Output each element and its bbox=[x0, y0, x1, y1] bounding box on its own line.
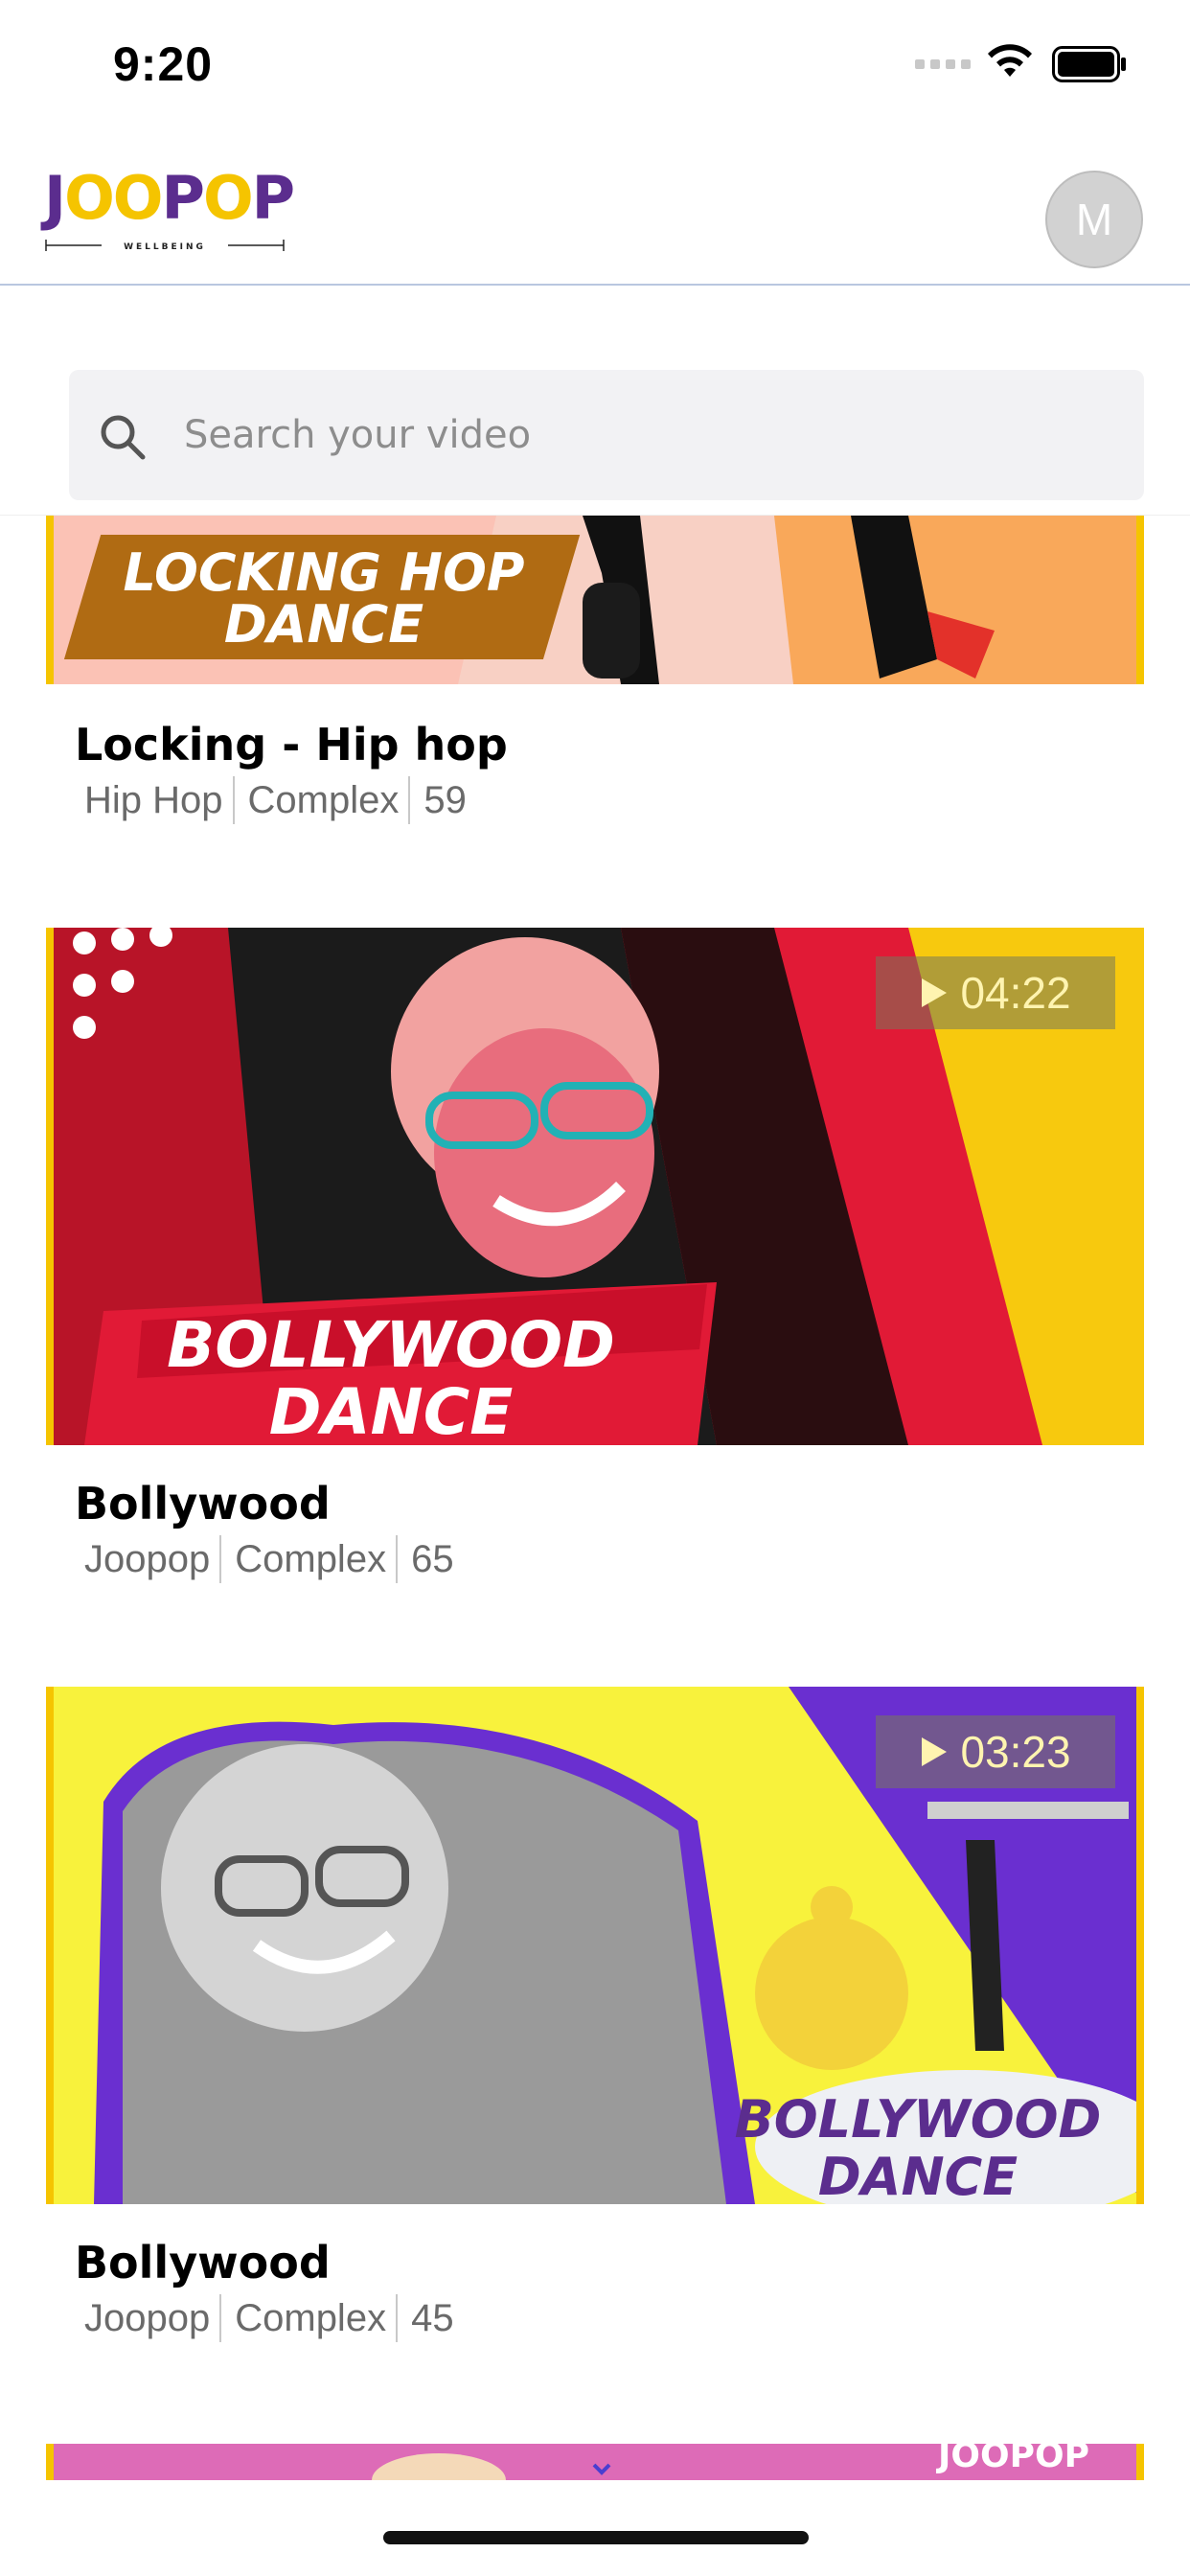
cellular-signal-icon bbox=[915, 59, 971, 69]
meta-divider bbox=[408, 776, 411, 824]
meta-divider bbox=[232, 776, 235, 824]
video-meta: Joopop Complex 65 bbox=[84, 1535, 454, 1583]
video-meta: Joopop Complex 45 bbox=[84, 2294, 454, 2342]
video-count: 59 bbox=[423, 778, 467, 821]
user-avatar[interactable]: M bbox=[1045, 171, 1143, 268]
status-time: 9:20 bbox=[113, 37, 214, 91]
svg-text:JOOPOP: JOOPOP bbox=[935, 2444, 1089, 2475]
video-thumbnail[interactable]: BOLLYWOOD DANCE 03:23 bbox=[46, 1687, 1144, 2204]
search-input[interactable] bbox=[182, 370, 1121, 500]
video-thumbnail[interactable]: LOCKING HOP DANCE bbox=[46, 516, 1144, 684]
joopop-logo[interactable]: JOOPOP WELLBEING bbox=[44, 169, 295, 253]
video-title[interactable]: Bollywood bbox=[75, 1478, 331, 1530]
battery-icon bbox=[1052, 46, 1126, 82]
video-category: Hip Hop bbox=[84, 778, 223, 821]
video-category: Joopop bbox=[84, 1537, 211, 1580]
svg-text:DANCE: DANCE bbox=[224, 594, 423, 655]
video-thumbnail[interactable]: BOLLYWOOD DANCE 04:22 bbox=[46, 928, 1144, 1445]
video-level: Complex bbox=[247, 778, 400, 821]
search-icon bbox=[101, 415, 146, 460]
meta-divider bbox=[396, 1535, 399, 1583]
video-count: 45 bbox=[411, 2296, 454, 2339]
video-category: Joopop bbox=[84, 2296, 211, 2339]
video-duration-badge: 03:23 bbox=[876, 1715, 1115, 1788]
video-level: Complex bbox=[235, 2296, 387, 2339]
video-title[interactable]: Bollywood bbox=[75, 2237, 331, 2288]
video-duration: 03:23 bbox=[960, 1727, 1071, 1777]
video-title[interactable]: Locking - Hip hop bbox=[75, 719, 508, 770]
video-thumbnail[interactable]: JOOPOP bbox=[46, 2444, 1144, 2480]
play-icon bbox=[922, 1737, 948, 1766]
video-level: Complex bbox=[235, 1537, 387, 1580]
meta-divider bbox=[219, 2294, 222, 2342]
video-list[interactable]: LOCKING HOP DANCE Locking - Hip hop Hip … bbox=[0, 516, 1190, 2480]
svg-text:BOLLYWOOD: BOLLYWOOD bbox=[167, 1308, 615, 1382]
search-section bbox=[0, 288, 1190, 516]
video-meta: Hip Hop Complex 59 bbox=[84, 776, 467, 824]
video-count: 65 bbox=[411, 1537, 454, 1580]
play-icon bbox=[922, 978, 948, 1007]
svg-text:WELLBEING: WELLBEING bbox=[124, 242, 206, 252]
svg-text:DANCE: DANCE bbox=[269, 1375, 514, 1445]
meta-divider bbox=[219, 1535, 222, 1583]
home-indicator[interactable] bbox=[383, 2531, 809, 2544]
video-duration: 04:22 bbox=[960, 968, 1071, 1018]
video-duration-badge: 04:22 bbox=[876, 956, 1115, 1029]
search-bar[interactable] bbox=[69, 370, 1144, 500]
svg-text:DANCE: DANCE bbox=[818, 2147, 1018, 2204]
svg-text:BOLLYWOOD: BOLLYWOOD bbox=[735, 2089, 1102, 2150]
status-bar: 9:20 bbox=[0, 0, 1190, 134]
logo-subtitle-mark: WELLBEING bbox=[45, 240, 285, 252]
app-header: JOOPOP WELLBEING M bbox=[0, 134, 1190, 286]
meta-divider bbox=[396, 2294, 399, 2342]
wifi-icon bbox=[988, 44, 1032, 77]
